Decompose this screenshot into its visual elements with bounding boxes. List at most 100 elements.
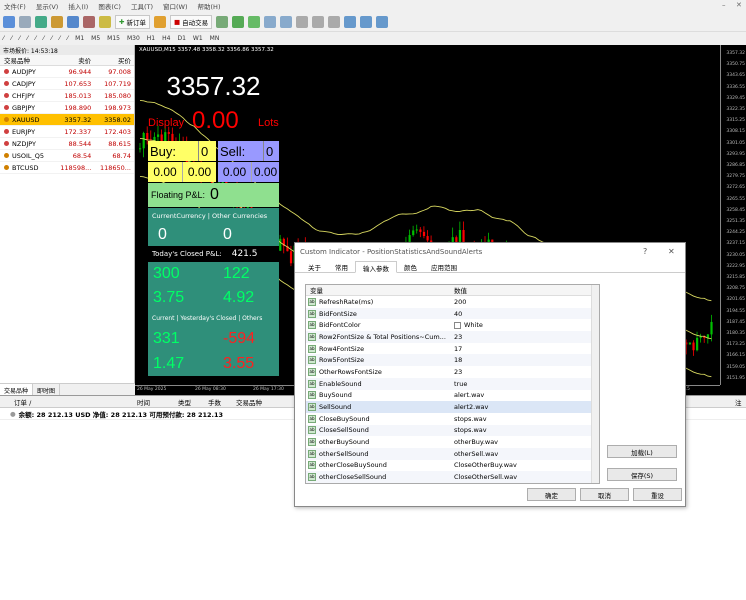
ask-column-header[interactable]: 买价 (94, 55, 134, 65)
templates-icon[interactable] (376, 15, 389, 28)
market-watch-row[interactable]: CADJPY 107.653 107.719 (0, 78, 134, 90)
text-icon[interactable]: ⁄ (59, 35, 60, 42)
parameter-value[interactable]: true (451, 380, 591, 388)
tile-icon[interactable] (296, 15, 309, 28)
trendline-icon[interactable]: ⁄ (35, 35, 36, 42)
market-watch-tab[interactable]: 即时图 (33, 384, 61, 395)
parameter-value[interactable]: CloseOtherSell.wav (451, 473, 591, 481)
menu-item[interactable]: 工具(T) (131, 1, 153, 11)
minimize-icon[interactable]: – (722, 1, 726, 9)
tester-icon[interactable] (99, 15, 111, 28)
save-button[interactable]: 保存(S) (607, 468, 677, 481)
type-column-header[interactable]: 类型 (178, 397, 191, 407)
tab-1[interactable]: 常用 (328, 261, 355, 272)
close-dialog-icon[interactable]: ✕ (668, 247, 675, 256)
line-chart-icon[interactable] (248, 15, 261, 28)
bar-chart-icon[interactable] (216, 15, 229, 28)
parameter-value[interactable]: alert.wav (451, 391, 591, 399)
menu-item[interactable]: 插入(I) (68, 1, 88, 11)
parameter-value[interactable]: otherBuy.wav (451, 438, 591, 446)
chart-shift-icon[interactable] (328, 15, 341, 28)
menu-item[interactable]: 图表(C) (98, 1, 121, 11)
metaeditor-icon[interactable] (153, 15, 166, 28)
parameter-row[interactable]: ab SellSound alert2.wav (306, 401, 599, 413)
market-watch-tab[interactable]: 交易品种 (0, 384, 34, 395)
parameter-row[interactable]: ab CloseBuySound stops.wav (306, 413, 599, 425)
zoom-in-icon[interactable] (264, 15, 277, 28)
parameter-value[interactable]: otherSell.wav (451, 450, 591, 458)
parameter-value[interactable]: CloseOtherBuy.wav (451, 461, 591, 469)
candle-chart-icon[interactable] (232, 15, 245, 28)
zoom-out-icon[interactable] (280, 15, 293, 28)
parameter-row[interactable]: ab RefreshRate(ms) 200 (306, 296, 599, 308)
periods-icon[interactable] (360, 15, 373, 28)
parameter-value[interactable]: 23 (451, 333, 591, 341)
parameter-value[interactable]: alert2.wav (451, 403, 591, 411)
vertical-line-icon[interactable]: ⁄ (19, 35, 20, 42)
new-order-button[interactable]: ✚ 新订单 (115, 14, 150, 29)
parameter-value[interactable]: stops.wav (451, 415, 591, 423)
bid-column-header[interactable]: 卖价 (55, 55, 95, 65)
data-window-icon[interactable] (51, 15, 63, 28)
tab-2[interactable]: 输入参数 (355, 261, 397, 273)
symbol-column-header[interactable]: 交易品种 (0, 55, 55, 65)
market-watch-row[interactable]: XAUUSD 3357.32 3358.02 (0, 114, 134, 126)
parameter-row[interactable]: ab otherCloseSellSound CloseOtherSell.wav (306, 471, 599, 483)
parameter-row[interactable]: ab otherSellSound otherSell.wav (306, 447, 599, 460)
timeframe-m1[interactable]: M1 (75, 35, 84, 42)
market-watch-row[interactable]: BTCUSD 118598... 118650... (0, 162, 134, 174)
tab-3[interactable]: 颜色 (397, 261, 424, 272)
market-watch-icon[interactable] (35, 15, 47, 28)
parameter-row[interactable]: ab Row5FontSize 18 (306, 354, 599, 367)
timeframe-h4[interactable]: H4 (162, 35, 170, 42)
parameters-scrollbar[interactable] (591, 285, 599, 483)
market-watch-row[interactable]: USOIL_Q5 68.54 68.74 (0, 150, 134, 162)
indicators-icon[interactable] (344, 15, 357, 28)
tab-0[interactable]: 关于 (301, 261, 328, 272)
new-chart-icon[interactable] (3, 15, 15, 28)
menu-item[interactable]: 帮助(H) (198, 1, 221, 11)
navigator-icon[interactable] (67, 15, 79, 28)
market-watch-row[interactable]: EURJPY 172.337 172.403 (0, 126, 134, 138)
menu-item[interactable]: 显示(V) (36, 1, 59, 11)
timeframe-m30[interactable]: M30 (127, 35, 140, 42)
close-window-icon[interactable]: ✕ (736, 1, 742, 9)
channel-icon[interactable]: ⁄ (43, 35, 44, 42)
parameter-row[interactable]: ab Row2FontSize & Total Positions~Cum... 2… (306, 331, 599, 343)
menu-item[interactable]: 文件(F) (4, 1, 26, 11)
parameter-row[interactable]: ab otherBuySound otherBuy.wav (306, 436, 599, 448)
menu-item[interactable]: 窗口(W) (163, 1, 188, 11)
parameter-row[interactable]: ab EnableSound true (306, 377, 599, 390)
parameter-value[interactable]: White (451, 321, 591, 329)
parameter-row[interactable]: ab Row4FontSize 17 (306, 343, 599, 355)
tab-4[interactable]: 应用范围 (424, 261, 464, 272)
cancel-button[interactable]: 取消 (580, 488, 629, 501)
timeframe-m15[interactable]: M15 (107, 35, 120, 42)
parameter-value[interactable]: 17 (451, 345, 591, 353)
parameter-value[interactable]: 200 (451, 298, 591, 306)
market-watch-row[interactable]: AUDJPY 96.944 97.008 (0, 66, 134, 78)
fibo-icon[interactable]: ⁄ (51, 35, 52, 42)
parameter-value[interactable]: 18 (451, 356, 591, 364)
horizontal-line-icon[interactable]: ⁄ (27, 35, 28, 42)
symbol-column-header[interactable]: 交易品种 (236, 397, 262, 407)
profiles-icon[interactable] (19, 15, 31, 28)
parameter-row[interactable]: ab BidFontColor White (306, 319, 599, 331)
timeframe-w1[interactable]: W1 (193, 35, 203, 42)
parameter-value[interactable]: stops.wav (451, 426, 591, 434)
comment-column-header[interactable]: 注 (735, 397, 742, 407)
terminal-icon[interactable] (83, 15, 95, 28)
parameter-row[interactable]: ab otherCloseBuySound CloseOtherBuy.wav (306, 460, 599, 472)
timeframe-mn[interactable]: MN (210, 35, 220, 42)
timeframe-h1[interactable]: H1 (147, 35, 155, 42)
order-column-header[interactable]: 订单 / (14, 397, 31, 407)
autotrade-button[interactable]: ■ 自动交易 (169, 14, 213, 29)
reset-button[interactable]: 重设 (633, 488, 682, 501)
parameter-value[interactable]: 23 (451, 368, 591, 376)
lots-column-header[interactable]: 手数 (208, 397, 221, 407)
ok-button[interactable]: 确定 (527, 488, 576, 501)
parameter-value[interactable]: 40 (451, 310, 591, 318)
market-watch-row[interactable]: CHFJPY 185.013 185.080 (0, 90, 134, 102)
parameter-row[interactable]: ab CloseSellSound stops.wav (306, 424, 599, 437)
load-button[interactable]: 加载(L) (607, 445, 677, 458)
